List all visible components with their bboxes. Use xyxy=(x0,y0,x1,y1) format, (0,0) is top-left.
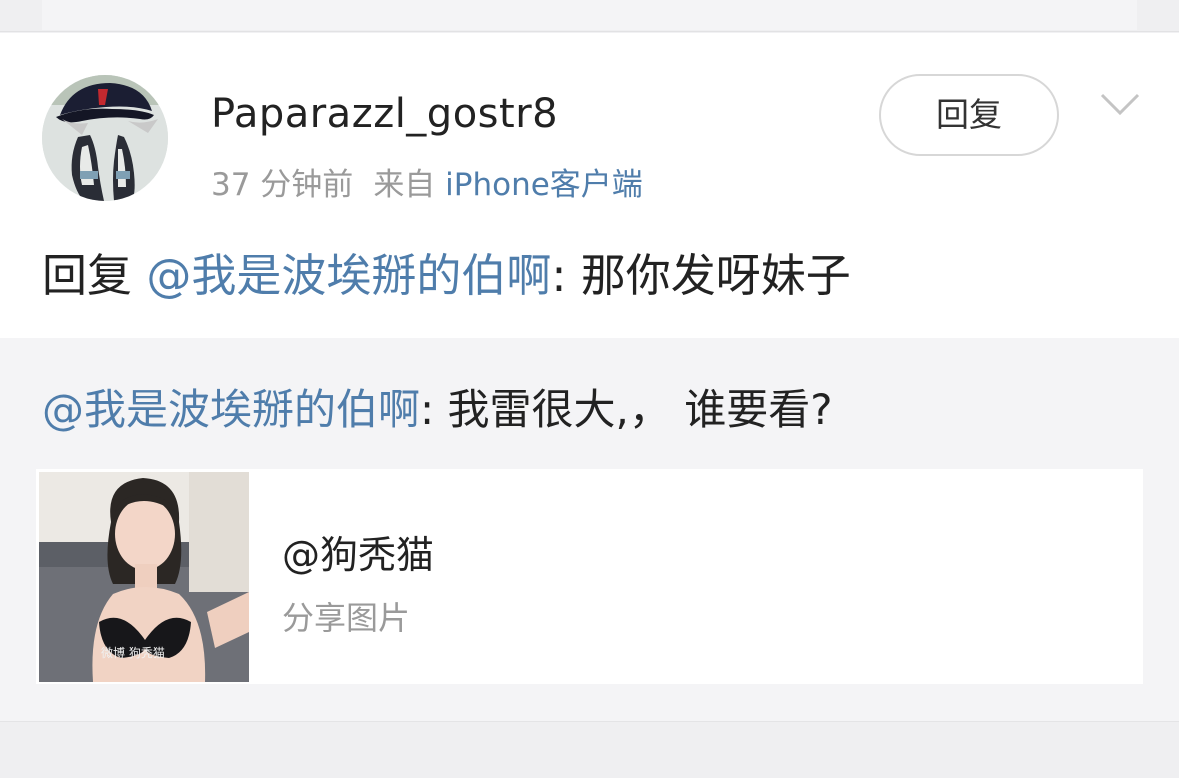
thumbnail-watermark: 微博 狗秃猫 xyxy=(101,646,165,660)
comment-card: Paparazzl_gostr8 37 分钟前 来自 iPhone客户端 回复 回… xyxy=(0,33,1179,338)
source-prefix: 来自 xyxy=(373,167,436,203)
previous-item-edge xyxy=(42,0,1137,30)
quoted-body: : 我雷很大,， 谁要看? xyxy=(420,385,833,434)
chevron-down-icon[interactable] xyxy=(1098,89,1142,119)
share-subtitle: 分享图片 xyxy=(282,599,411,637)
share-title: @狗秃猫 xyxy=(282,533,435,577)
top-divider-strip xyxy=(0,0,1179,32)
username[interactable]: Paparazzl_gostr8 xyxy=(211,91,558,137)
comment-meta: 37 分钟前 来自 iPhone客户端 xyxy=(211,159,643,204)
bottom-divider xyxy=(0,721,1179,778)
share-thumbnail[interactable]: 微博 狗秃猫 xyxy=(39,472,249,682)
quoted-text: @我是波埃掰的伯啊: 我雷很大,， 谁要看? xyxy=(42,376,833,437)
avatar-image xyxy=(42,75,168,201)
timestamp: 37 分钟前 xyxy=(211,167,354,203)
mention-link[interactable]: @我是波埃掰的伯啊 xyxy=(146,249,551,302)
source-device-link[interactable]: iPhone客户端 xyxy=(445,167,643,203)
quoted-mention-link[interactable]: @我是波埃掰的伯啊 xyxy=(42,385,420,434)
comment-text: 回复 @我是波埃掰的伯啊: 那你发呀妹子 xyxy=(42,239,851,304)
quoted-post[interactable]: @我是波埃掰的伯啊: 我雷很大,， 谁要看? 微博 狗秃猫 @狗秃猫 分享图片 xyxy=(0,338,1179,721)
avatar[interactable] xyxy=(42,75,168,201)
reply-button[interactable]: 回复 xyxy=(879,74,1059,156)
comment-body: : 那你发呀妹子 xyxy=(551,249,851,302)
reply-prefix: 回复 xyxy=(42,249,133,302)
share-card[interactable]: 微博 狗秃猫 @狗秃猫 分享图片 xyxy=(36,469,1143,684)
